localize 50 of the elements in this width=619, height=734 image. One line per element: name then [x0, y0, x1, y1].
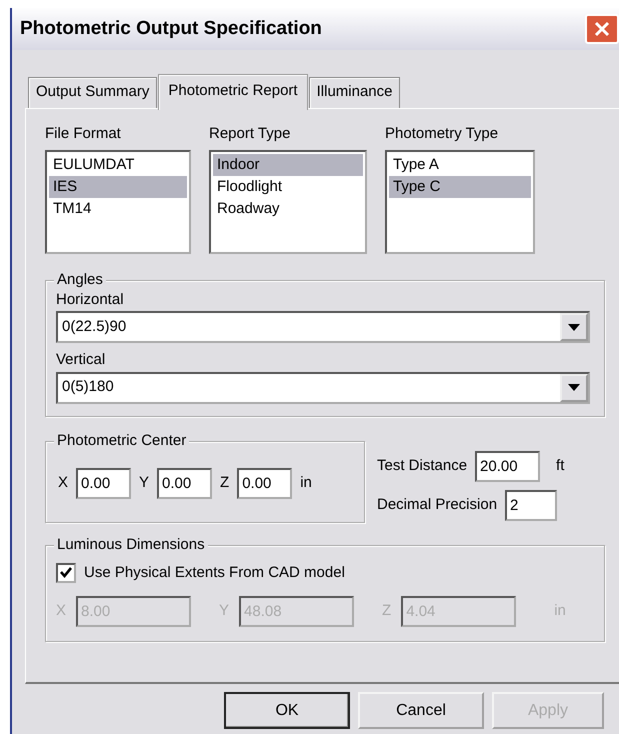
dropdown-field[interactable]: 0(5)180 [56, 372, 590, 404]
checkmark-icon [60, 567, 72, 578]
field-label: Z [220, 472, 230, 493]
text-field[interactable]: 0.00 [237, 468, 292, 498]
text-field[interactable]: 20.00 [475, 450, 540, 482]
caret-icon [568, 324, 580, 330]
field-label: Horizontal [56, 290, 125, 310]
tab[interactable]: Output Summary [28, 76, 158, 108]
window-title: Photometric Output Specification [20, 16, 322, 41]
close-button[interactable] [585, 14, 619, 44]
dialog-button[interactable]: Cancel [358, 692, 484, 729]
field-label: X [58, 472, 68, 493]
unit-label: in [300, 472, 312, 493]
text-field[interactable]: 2 [505, 490, 558, 520]
list-item[interactable]: EULUMDAT [49, 154, 187, 176]
checkbox[interactable] [56, 562, 76, 583]
list-box[interactable]: Indoor Floodlight Roadway [209, 150, 367, 254]
list-item[interactable]: Indoor [213, 154, 363, 176]
list-item[interactable]: Floodlight [213, 176, 363, 198]
list-item[interactable]: Type A [389, 154, 531, 176]
field-label: X [56, 601, 66, 622]
list-label: Photometry Type [385, 124, 500, 144]
field-label: Decimal Precision [377, 494, 498, 515]
field-label: Y [139, 472, 150, 493]
text-field[interactable]: 0.00 [76, 468, 132, 498]
text-field[interactable]: 0.00 [157, 468, 212, 498]
dialog-button[interactable]: OK [224, 692, 350, 729]
tab[interactable]: Photometric Report [158, 74, 308, 110]
list-label: Report Type [209, 124, 292, 144]
list-item[interactable]: Type C [389, 176, 531, 198]
close-icon [593, 20, 611, 38]
dropdown-button[interactable] [560, 374, 588, 402]
list-box[interactable]: Type A Type C [385, 150, 535, 254]
dropdown-field[interactable]: 0(22.5)90 [56, 311, 590, 343]
dropdown-button[interactable] [560, 313, 588, 341]
tab[interactable]: Illuminance [308, 76, 400, 108]
unit-label: in [554, 601, 566, 622]
checkbox-label[interactable]: Use Physical Extents From CAD model [84, 562, 345, 584]
list-label: File Format [45, 124, 122, 144]
list-item[interactable]: IES [49, 176, 187, 198]
field-label: Z [382, 601, 392, 622]
field-label: Test Distance [377, 456, 468, 476]
field-label: Y [219, 601, 230, 622]
group-title: Angles [54, 270, 106, 288]
field-label: Vertical [56, 350, 106, 370]
list-item[interactable]: TM14 [49, 198, 187, 220]
caret-icon [568, 384, 580, 391]
list-item[interactable]: Roadway [213, 198, 363, 220]
unit-label: ft [556, 456, 564, 476]
list-box[interactable]: EULUMDAT IES TM14 [45, 150, 191, 254]
